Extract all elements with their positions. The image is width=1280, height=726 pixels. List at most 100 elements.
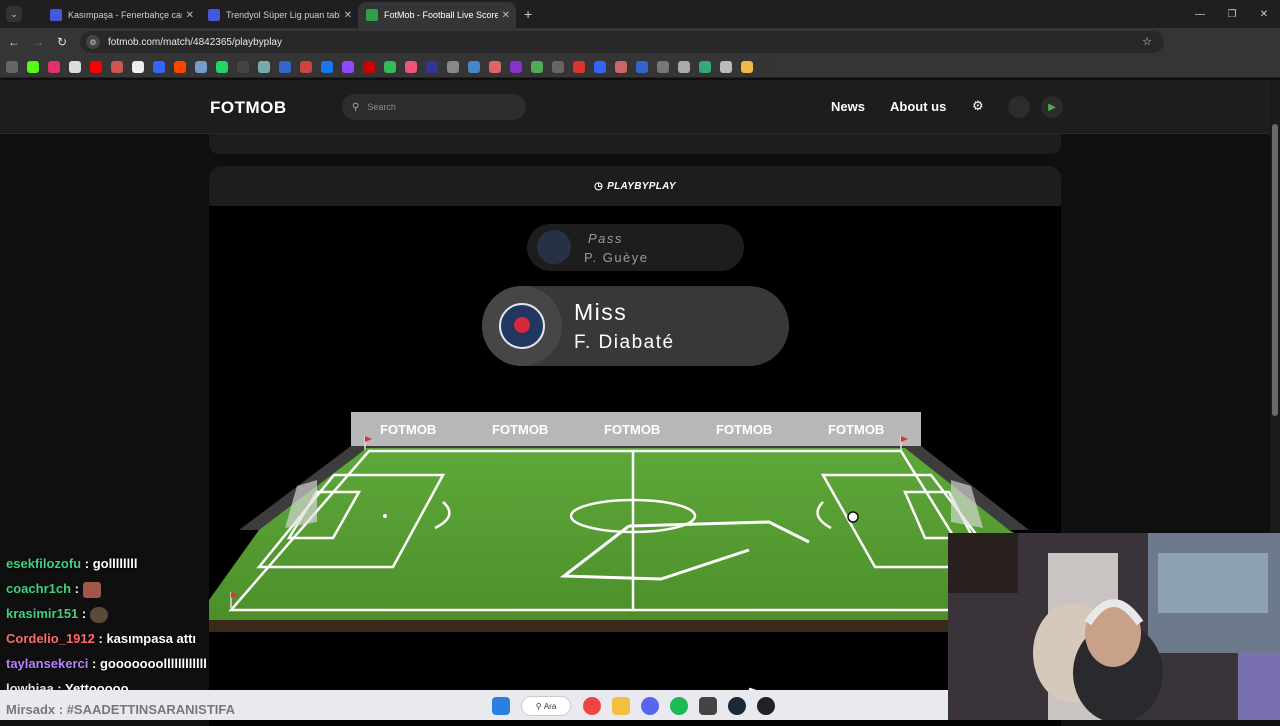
search-box[interactable]: ⚲ bbox=[342, 94, 526, 120]
bookmark-icon[interactable] bbox=[132, 60, 144, 73]
bookmark-icon[interactable] bbox=[258, 60, 270, 73]
settings-gear-icon[interactable]: ⚙ bbox=[972, 98, 984, 114]
bookmark-icon[interactable] bbox=[237, 60, 249, 73]
url-field[interactable]: ⚙ fotmob.com/match/4842365/playbyplay ☆ bbox=[80, 31, 1164, 53]
bookmark-icon[interactable] bbox=[468, 60, 480, 73]
bookmark-icon[interactable] bbox=[342, 60, 354, 73]
bookmark-star-icon[interactable]: ☆ bbox=[1142, 35, 1152, 48]
ad-board-logo: FOTMOB bbox=[380, 422, 436, 437]
nav-about-link[interactable]: About us bbox=[890, 99, 946, 114]
close-tab-icon[interactable]: ✕ bbox=[186, 10, 194, 21]
bookmark-icon[interactable] bbox=[216, 60, 228, 73]
file-explorer-icon[interactable] bbox=[612, 697, 630, 715]
ad-board-logo: FOTMOB bbox=[604, 422, 660, 437]
playbyplay-card: ◷ PLAYBYPLAY Pass P. Guèye Miss F. Diaba… bbox=[209, 166, 1061, 726]
bookmark-icon[interactable] bbox=[384, 60, 396, 73]
bookmark-icon[interactable] bbox=[489, 60, 501, 73]
current-event-pill: Miss F. Diabaté bbox=[482, 286, 789, 366]
kasimpasa-badge-icon bbox=[499, 303, 545, 349]
chat-message: taylansekerci : gooooooollllllllllll bbox=[6, 656, 207, 671]
previous-event-pill: Pass P. Guèye bbox=[527, 224, 744, 271]
spotify-icon[interactable] bbox=[670, 697, 688, 715]
bookmark-icon[interactable] bbox=[300, 60, 312, 73]
bookmark-icon[interactable] bbox=[153, 60, 165, 73]
bookmark-icon[interactable] bbox=[741, 60, 753, 73]
emote-icon bbox=[89, 606, 108, 623]
bookmark-icon[interactable] bbox=[636, 60, 648, 73]
close-tab-icon[interactable]: ✕ bbox=[502, 10, 510, 21]
app-icon[interactable] bbox=[699, 697, 717, 715]
bookmark-icon[interactable] bbox=[195, 60, 207, 73]
bookmark-icon[interactable] bbox=[678, 60, 690, 73]
tab-puan-tablosu[interactable]: Trendyol Süper Lig puan tablosu ✕ bbox=[200, 2, 358, 28]
apps-grid-icon[interactable] bbox=[6, 60, 18, 73]
bookmark-icon[interactable] bbox=[762, 60, 774, 73]
chat-username: esekfilozofu bbox=[6, 556, 82, 571]
nav-news-link[interactable]: News bbox=[831, 99, 865, 114]
bookmark-icon[interactable] bbox=[552, 60, 564, 73]
bookmark-icon[interactable] bbox=[90, 60, 102, 73]
bookmark-icon[interactable] bbox=[363, 60, 375, 73]
bookmark-icon[interactable] bbox=[657, 60, 669, 73]
tab-fotmob[interactable]: FotMob - Football Live Scores ✕ bbox=[358, 2, 516, 28]
current-event-player: F. Diabaté bbox=[574, 332, 675, 353]
window-controls: — ❐ ✕ bbox=[1184, 0, 1280, 28]
fotmob-favicon-icon bbox=[366, 9, 378, 21]
chat-text: kasımpasa attı bbox=[106, 631, 197, 646]
chat-message: lowhiaa : Yettooooo bbox=[6, 676, 207, 690]
bookmark-icon[interactable] bbox=[426, 60, 438, 73]
bookmark-icon[interactable] bbox=[720, 60, 732, 73]
back-icon[interactable]: ← bbox=[2, 35, 26, 49]
pitch-visualization: FOTMOB FOTMOB FOTMOB FOTMOB FOTMOB bbox=[209, 412, 1061, 711]
bookmark-icon[interactable] bbox=[405, 60, 417, 73]
badge-crescent-icon bbox=[514, 317, 530, 333]
bookmark-icon[interactable] bbox=[279, 60, 291, 73]
taskbar-search[interactable]: ⚲ Ara bbox=[521, 696, 571, 716]
team-badge-icon bbox=[537, 230, 571, 264]
minimize-icon[interactable]: — bbox=[1184, 0, 1216, 28]
tab-title: Trendyol Süper Lig puan tablosu bbox=[226, 10, 340, 20]
discord-icon[interactable] bbox=[641, 697, 659, 715]
chrome-icon[interactable] bbox=[583, 697, 601, 715]
search-input[interactable] bbox=[367, 102, 508, 112]
bookmark-icon[interactable] bbox=[321, 60, 333, 73]
apple-app-icon[interactable] bbox=[1008, 96, 1030, 118]
tab-search-button[interactable]: ⌄ bbox=[6, 6, 22, 22]
bookmark-icon[interactable] bbox=[447, 60, 459, 73]
windows-start-icon[interactable] bbox=[492, 697, 510, 715]
close-tab-icon[interactable]: ✕ bbox=[344, 10, 352, 21]
team-badge-holder bbox=[482, 286, 562, 366]
bookmark-icon[interactable] bbox=[615, 60, 627, 73]
site-favicon-icon bbox=[208, 9, 220, 21]
search-icon: ⚲ bbox=[352, 101, 360, 113]
chat-text: gollllllll bbox=[92, 556, 138, 571]
bookmark-icon[interactable] bbox=[111, 60, 123, 73]
stream-chat-overlay: esekfilozofu : gollllllll coachr1ch : kr… bbox=[6, 551, 207, 690]
pitch-edge bbox=[209, 620, 1061, 632]
fotmob-header: FOTMOB ⚲ News About us ⚙ ▶ bbox=[0, 80, 1270, 134]
playbyplay-title: PLAYBYPLAY bbox=[607, 180, 676, 192]
bookmark-icon[interactable] bbox=[48, 60, 60, 73]
reload-icon[interactable]: ↻ bbox=[50, 35, 74, 49]
maximize-icon[interactable]: ❐ bbox=[1216, 0, 1248, 28]
steam-icon[interactable] bbox=[728, 697, 746, 715]
bookmark-icon[interactable] bbox=[573, 60, 585, 73]
app-icon[interactable] bbox=[757, 697, 775, 715]
google-play-icon[interactable]: ▶ bbox=[1041, 96, 1063, 118]
bookmark-icon[interactable] bbox=[174, 60, 186, 73]
bookmark-icon[interactable] bbox=[27, 60, 39, 73]
site-info-icon[interactable]: ⚙ bbox=[86, 35, 100, 49]
close-window-icon[interactable]: ✕ bbox=[1248, 0, 1280, 28]
scrollbar-thumb[interactable] bbox=[1272, 124, 1278, 416]
clock-icon: ◷ bbox=[594, 180, 604, 192]
bookmark-icon[interactable] bbox=[594, 60, 606, 73]
fotmob-logo[interactable]: FOTMOB bbox=[210, 98, 287, 118]
tab-kasimpasa[interactable]: Kasımpaşa - Fenerbahçe canlı sk ✕ bbox=[42, 2, 200, 28]
forward-icon[interactable]: → bbox=[26, 35, 50, 49]
taskbar-search-label: Ara bbox=[543, 701, 557, 711]
bookmark-icon[interactable] bbox=[69, 60, 81, 73]
new-tab-icon[interactable]: + bbox=[524, 6, 532, 22]
bookmark-icon[interactable] bbox=[699, 60, 711, 73]
bookmark-icon[interactable] bbox=[531, 60, 543, 73]
bookmark-icon[interactable] bbox=[510, 60, 522, 73]
